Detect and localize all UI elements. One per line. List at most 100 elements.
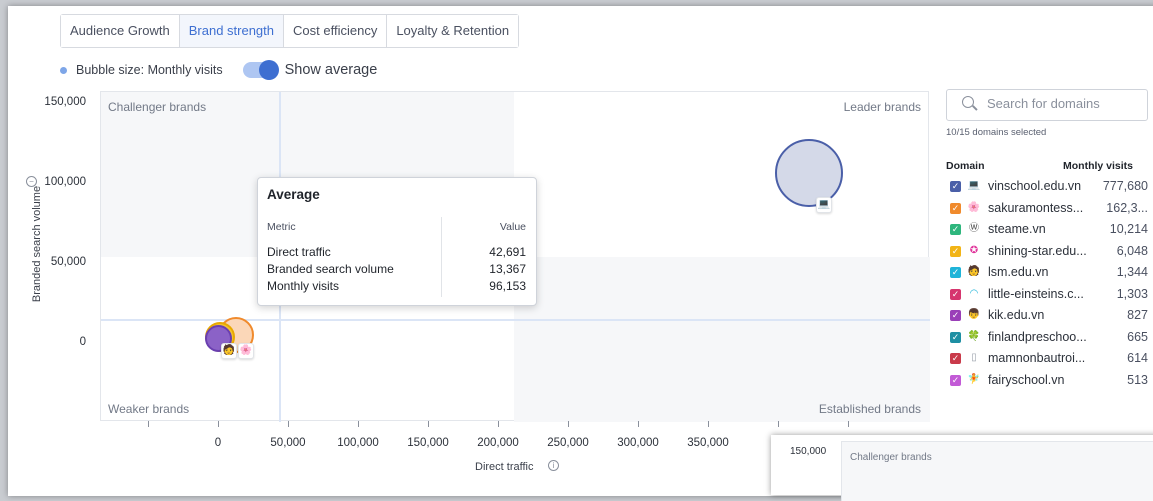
checkbox-icon[interactable]: ✓ <box>950 331 961 343</box>
domain-name: steame.vn <box>988 222 1046 236</box>
domain-search-box[interactable] <box>946 89 1148 121</box>
domain-visits: 1,303 <box>1116 286 1148 301</box>
domain-visits: 614 <box>1127 351 1148 365</box>
x-tick: 200,000 <box>477 437 519 449</box>
established-quadrant <box>514 257 930 422</box>
search-icon <box>962 96 974 108</box>
domain-name: kik.edu.vn <box>988 308 1045 322</box>
x-tick-mark <box>148 421 149 427</box>
y-tick: 150,000 <box>44 96 86 108</box>
overlay-y-tick: 150,000 <box>790 446 827 457</box>
star-icon: ✪ <box>969 244 979 256</box>
x-tick-mark <box>358 421 359 427</box>
domain-name: lsm.edu.vn <box>988 265 1049 279</box>
checkbox-icon[interactable]: ✓ <box>950 353 961 364</box>
domain-row[interactable]: ✓ Ⓦ steame.vn 10,214 <box>946 220 1153 242</box>
domain-row[interactable]: ✓ 🧚 fairyschool.vn 513 <box>946 371 1153 393</box>
person-icon: 🧑 <box>221 343 237 359</box>
x-tick-mark <box>218 421 219 427</box>
checkbox-icon[interactable]: ✓ <box>950 374 961 386</box>
tooltip-separator <box>441 217 442 297</box>
domain-row[interactable]: ✓ 🌸 sakuramontess... 162,3... <box>946 199 1153 221</box>
domain-name: mamnonbautroi... <box>988 351 1086 365</box>
domain-row[interactable]: ✓ 💻 vinschool.edu.vn 777,680 <box>946 177 1153 199</box>
domain-visits: 777,680 <box>1102 179 1148 193</box>
sakura-icon: 🌸 <box>238 343 254 359</box>
domain-visits: 10,214 <box>1109 222 1148 236</box>
toggle-knob[interactable] <box>258 60 279 80</box>
x-tick-mark <box>708 421 709 427</box>
domain-visits: 162,3... <box>1106 200 1148 215</box>
tooltip-col-metric: Metric <box>267 221 296 233</box>
tooltip-metric: Monthly visits <box>267 279 340 293</box>
x-tick: 0 <box>214 437 222 449</box>
checkbox-icon[interactable]: ✓ <box>950 224 961 235</box>
tab-cost-efficiency[interactable]: Cost efficiency <box>284 15 388 47</box>
domain-visits: 665 <box>1127 329 1148 344</box>
bubble-dot-icon <box>60 66 67 74</box>
quadrant-label-weaker: Weaker brands <box>108 402 190 416</box>
x-axis-title: Direct traffic <box>475 461 534 473</box>
metric-tabs: Audience Growth Brand strength Cost effi… <box>60 14 520 48</box>
overlapping-chart-window: 150,000 Challenger brands <box>771 435 1153 501</box>
checkbox-icon[interactable]: ✓ <box>950 181 961 192</box>
brand-strength-card: Audience Growth Brand strength Cost effi… <box>8 6 1153 496</box>
checkbox-icon[interactable]: ✓ <box>950 267 961 278</box>
domain-row[interactable]: ✓ ✪ shining-star.edu... 6,048 <box>946 242 1153 264</box>
tooltip-metric: Direct traffic <box>267 245 331 259</box>
wordpress-icon: Ⓦ <box>969 223 979 234</box>
overlay-plot-area: Challenger brands <box>841 441 1153 501</box>
domain-name: shining-star.edu... <box>988 243 1087 258</box>
domain-row[interactable]: ✓ 🧑 lsm.edu.vn 1,344 <box>946 263 1153 285</box>
tab-loyalty-retention[interactable]: Loyalty & Retention <box>387 15 519 47</box>
overlay-quadrant-label: Challenger brands <box>850 452 932 463</box>
x-tick-mark <box>568 421 569 427</box>
domain-visits: 1,344 <box>1116 265 1148 279</box>
y-tick: 100,000 <box>44 176 86 188</box>
visits-column-header[interactable]: Monthly visits <box>1063 160 1133 172</box>
show-average-toggle[interactable] <box>242 60 279 80</box>
kid-icon: 👦 <box>967 309 981 320</box>
chart-legend: Bubble size: Monthly visits Show average <box>60 60 378 80</box>
x-tick-mark <box>638 421 639 427</box>
domain-search-input[interactable] <box>987 96 1137 111</box>
average-tooltip: Average Metric Value Direct traffic 42,6… <box>257 177 537 306</box>
quadrant-label-challenger: Challenger brands <box>108 100 207 114</box>
tooltip-value: 42,691 <box>489 245 526 259</box>
domain-column-header[interactable]: Domain <box>946 160 985 172</box>
domain-row[interactable]: ✓ ◠ little-einsteins.c... 1,303 <box>946 285 1153 307</box>
domain-visits: 513 <box>1127 372 1148 387</box>
checkbox-icon[interactable]: ✓ <box>950 202 961 214</box>
x-tick-mark <box>498 421 499 427</box>
y-axis-title: Branded search volume <box>31 185 43 303</box>
domain-visits: 6,048 <box>1116 243 1148 258</box>
show-average-label: Show average <box>284 62 378 78</box>
tab-brand-strength[interactable]: Brand strength <box>179 15 285 47</box>
checkbox-icon[interactable]: ✓ <box>950 288 961 300</box>
domain-name: vinschool.edu.vn <box>988 179 1082 193</box>
checkbox-icon[interactable]: ✓ <box>950 310 961 321</box>
x-axis-info-icon[interactable]: i <box>548 460 559 471</box>
x-tick-mark <box>778 421 779 427</box>
domain-row[interactable]: ✓ 👦 kik.edu.vn 827 <box>946 306 1153 328</box>
x-tick: 350,000 <box>687 437 729 449</box>
tooltip-title: Average <box>267 187 320 202</box>
tooltip-col-value: Value <box>499 221 526 233</box>
tooltip-value: 96,153 <box>489 279 526 293</box>
y-tick: 0 <box>79 336 86 348</box>
checkbox-icon[interactable]: ✓ <box>950 245 961 257</box>
x-tick: 50,000 <box>270 437 306 449</box>
page-icon: ▯ <box>971 352 977 363</box>
laptop-icon: 💻 <box>816 197 832 213</box>
domain-name: sakuramontess... <box>988 200 1084 215</box>
tab-audience-growth[interactable]: Audience Growth <box>61 15 180 47</box>
domain-list: ✓ 💻 vinschool.edu.vn 777,680 ✓ 🌸 sakuram… <box>946 177 1153 432</box>
x-tick: 300,000 <box>617 437 659 449</box>
bubble-vinschool[interactable] <box>775 139 843 207</box>
x-tick-mark <box>288 421 289 427</box>
domain-name: little-einsteins.c... <box>988 286 1084 301</box>
domain-row[interactable]: ✓ 🍀 finlandpreschoo... 665 <box>946 328 1153 350</box>
domain-row[interactable]: ✓ ▯ mamnonbautroi... 614 <box>946 349 1153 371</box>
x-tick: 250,000 <box>547 437 589 449</box>
sakura-icon: 🌸 <box>967 201 981 213</box>
